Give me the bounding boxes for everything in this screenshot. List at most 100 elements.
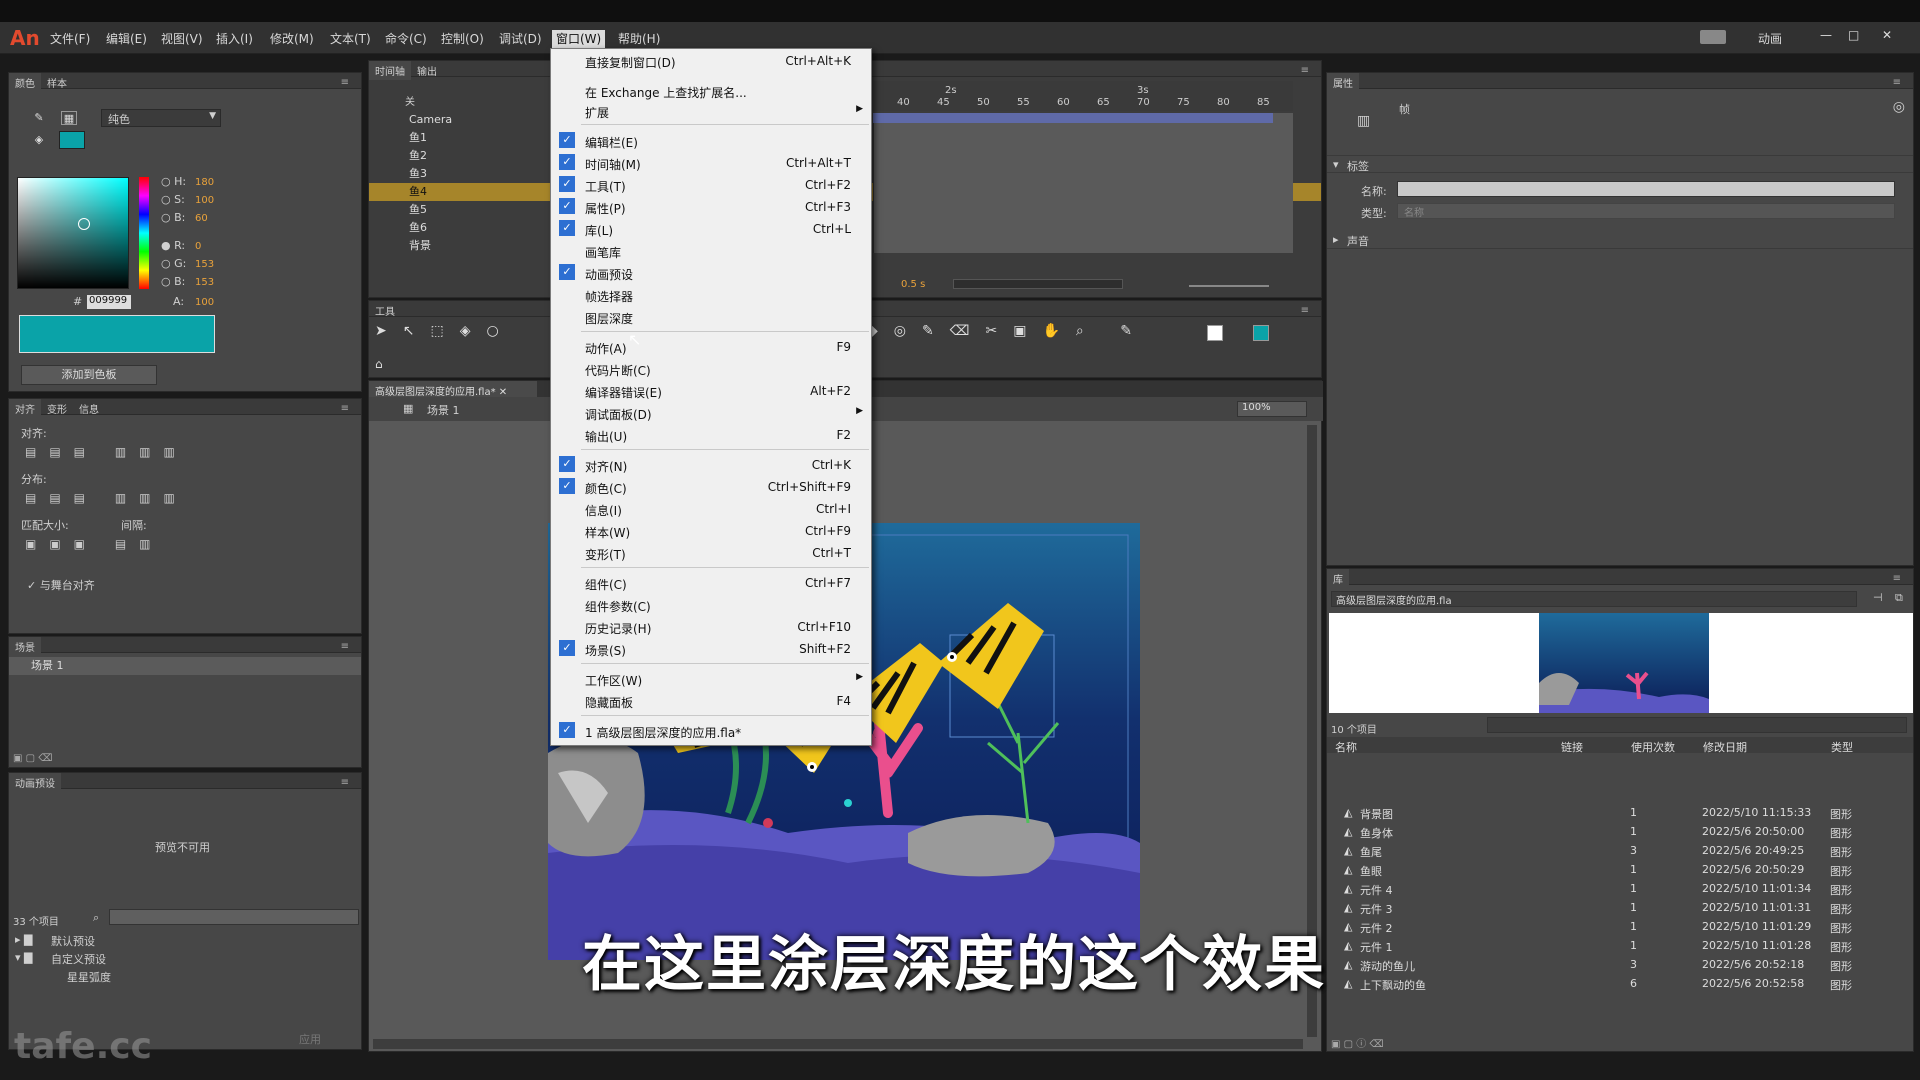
sound-section-header[interactable]: ▸ 声音 <box>1327 231 1913 249</box>
panel-menu-icon[interactable]: ≡ <box>335 639 355 654</box>
workspace-switcher[interactable]: 动画 <box>1754 30 1786 48</box>
menu-item-info[interactable]: 信息(I) Ctrl+I <box>551 499 871 519</box>
r-value[interactable]: 0 <box>195 241 201 252</box>
library-file-select[interactable]: 高级层图层深度的应用.fla <box>1331 591 1857 607</box>
tab-swatches[interactable]: 样本 <box>41 73 73 92</box>
hex-input[interactable]: 009999 <box>87 295 131 309</box>
library-row[interactable]: ◭ 鱼身体 1 2022/5/6 20:50:00 图形 <box>1330 823 1910 842</box>
hue-slider[interactable] <box>139 177 149 289</box>
tab-output[interactable]: 输出 <box>411 61 443 80</box>
s-value[interactable]: 100 <box>195 195 214 206</box>
menu-item-properties[interactable]: ✓ 属性(P) Ctrl+F3 <box>551 197 871 217</box>
menu-item-edit-bar[interactable]: ✓ 编辑栏(E) <box>551 131 871 151</box>
menu-item-component-params[interactable]: 组件参数(C) <box>551 595 871 615</box>
selected-frames[interactable] <box>873 113 1273 123</box>
document-tab[interactable]: 高级层图层深度的应用.fla* ✕ <box>369 381 537 398</box>
tab-align[interactable]: 对齐 <box>9 399 41 418</box>
tab-transform[interactable]: 变形 <box>41 399 73 418</box>
menu-item-components[interactable]: 组件(C) Ctrl+F7 <box>551 573 871 593</box>
maximize-icon[interactable]: □ <box>1848 28 1859 42</box>
menu-item-code-snippets[interactable]: 代码片断(C) <box>551 359 871 379</box>
scene-name[interactable]: 场景 1 <box>427 402 460 418</box>
menu-item-brush-library[interactable]: 画笔库 <box>551 241 871 261</box>
pin-icon[interactable]: ⊣ <box>1873 591 1883 604</box>
menu-window[interactable]: 窗口(W) <box>552 30 606 48</box>
folder-custom-presets[interactable]: 自定义预设 <box>51 951 106 967</box>
library-row[interactable]: ◭ 元件 1 1 2022/5/10 11:01:28 图形 <box>1330 937 1910 956</box>
menu-modify[interactable]: 修改(M) <box>266 30 318 48</box>
panel-menu-icon[interactable]: ≡ <box>335 401 355 416</box>
align-to-stage-checkbox[interactable]: ✓ 与舞台对齐 <box>27 577 95 593</box>
menu-item-extensions[interactable]: 扩展 ▶ <box>551 101 871 121</box>
panel-menu-icon[interactable]: ≡ <box>335 775 355 790</box>
menu-item-transform[interactable]: 变形(T) Ctrl+T <box>551 543 871 563</box>
menu-item-compiler-errors[interactable]: 编译器错误(E) Alt+F2 <box>551 381 871 401</box>
label-section-header[interactable]: ▾ 标签 <box>1327 155 1913 173</box>
col-name[interactable]: 名称 <box>1335 739 1357 755</box>
b-value[interactable]: 60 <box>195 213 208 224</box>
preset-search-input[interactable] <box>109 909 359 925</box>
tool-icon-extra[interactable]: ⌂ <box>375 357 383 371</box>
frame-ruler[interactable]: 2s 3s 40 45 50 55 60 65 70 75 80 85 <box>873 81 1293 111</box>
menu-item-frame-picker[interactable]: 帧选择器 <box>551 285 871 305</box>
col-linkage[interactable]: 链接 <box>1561 739 1583 755</box>
fill-swatch-tool[interactable] <box>1253 325 1269 341</box>
library-search-input[interactable] <box>1487 717 1907 733</box>
library-row[interactable]: ◭ 鱼尾 3 2022/5/6 20:49:25 图形 <box>1330 842 1910 861</box>
menu-insert[interactable]: 插入(I) <box>212 30 257 48</box>
add-to-swatches-button[interactable]: 添加到色板 <box>21 365 157 385</box>
menu-item-swatches[interactable]: 样本(W) Ctrl+F9 <box>551 521 871 541</box>
g-value[interactable]: 153 <box>195 259 214 270</box>
menu-item-layer-depth[interactable]: 图层深度 <box>551 307 871 327</box>
frames-area[interactable] <box>873 113 1293 253</box>
menu-item-color[interactable]: ✓ 颜色(C) Ctrl+Shift+F9 <box>551 477 871 497</box>
menu-item-tools[interactable]: ✓ 工具(T) Ctrl+F2 <box>551 175 871 195</box>
menu-item-workspace[interactable]: 工作区(W) ▶ <box>551 669 871 689</box>
folder-default-presets[interactable]: 默认预设 <box>51 933 95 949</box>
library-row[interactable]: ◭ 元件 2 1 2022/5/10 11:01:29 图形 <box>1330 918 1910 937</box>
menu-edit[interactable]: 编辑(E) <box>102 30 151 48</box>
menu-control[interactable]: 控制(O) <box>437 30 488 48</box>
fill-type-select[interactable]: 纯色 ▼ <box>101 109 221 127</box>
chevron-down-icon[interactable]: ▾ ▇ <box>15 951 32 964</box>
menu-commands[interactable]: 命令(C) <box>381 30 431 48</box>
scene-item[interactable]: 场景 1 <box>9 657 361 675</box>
menu-item-open-document[interactable]: ✓ 1 高级层图层深度的应用.fla* <box>551 721 871 741</box>
color-picker-field[interactable] <box>17 177 129 289</box>
menu-help[interactable]: 帮助(H) <box>614 30 664 48</box>
menu-item-debug-panels[interactable]: 调试面板(D) ▶ <box>551 403 871 423</box>
tab-info[interactable]: 信息 <box>73 399 105 418</box>
apply-button[interactable]: 应用 <box>299 1031 321 1047</box>
menu-item-hide-panels[interactable]: 隐藏面板 F4 <box>551 691 871 711</box>
menu-item-motion-presets[interactable]: ✓ 动画预设 <box>551 263 871 283</box>
frame-type-select[interactable]: 名称 <box>1397 203 1895 219</box>
menu-file[interactable]: 文件(F) <box>46 30 94 48</box>
preset-item[interactable]: 星星弧度 <box>67 969 111 985</box>
tab-timeline[interactable]: 时间轴 <box>369 61 411 80</box>
menu-item-timeline[interactable]: ✓ 时间轴(M) Ctrl+Alt+T <box>551 153 871 173</box>
panel-menu-icon[interactable]: ≡ <box>1295 303 1315 318</box>
menu-item-history[interactable]: 历史记录(H) Ctrl+F10 <box>551 617 871 637</box>
panel-menu-icon[interactable]: ≡ <box>1295 63 1315 78</box>
menu-item-align[interactable]: ✓ 对齐(N) Ctrl+K <box>551 455 871 475</box>
menu-item-output[interactable]: 输出(U) F2 <box>551 425 871 445</box>
stroke-color-icon[interactable]: ✎ <box>31 111 47 125</box>
menu-item-duplicate-window[interactable]: 直接复制窗口(D) Ctrl+Alt+K <box>551 51 871 71</box>
zoom-select[interactable]: 100% <box>1237 401 1307 417</box>
library-footer-icons[interactable]: ▣ ▢ ⓘ ⌫ <box>1331 1035 1384 1050</box>
library-row[interactable]: ◭ 背景图 1 2022/5/10 11:15:33 图形 <box>1330 804 1910 823</box>
menu-view[interactable]: 视图(V) <box>157 30 207 48</box>
library-row[interactable]: ◭ 元件 3 1 2022/5/10 11:01:31 图形 <box>1330 899 1910 918</box>
tab-color[interactable]: 颜色 <box>9 73 41 92</box>
menu-text[interactable]: 文本(T) <box>326 30 375 48</box>
panel-menu-icon[interactable]: ≡ <box>335 75 355 90</box>
blue-value[interactable]: 153 <box>195 277 214 288</box>
menu-item-library[interactable]: ✓ 库(L) Ctrl+L <box>551 219 871 239</box>
alpha-value[interactable]: 100 <box>195 297 214 308</box>
menu-debug[interactable]: 调试(D) <box>495 30 546 48</box>
library-row[interactable]: ◭ 鱼眼 1 2022/5/6 20:50:29 图形 <box>1330 861 1910 880</box>
library-row[interactable]: ◭ 游动的鱼儿 3 2022/5/6 20:52:18 图形 <box>1330 956 1910 975</box>
tool-icons-right[interactable]: ◆◎✎⌫✂▣✋⌕ ✎ <box>867 323 1148 339</box>
panel-menu-icon[interactable]: ≡ <box>1887 571 1907 586</box>
help-icon[interactable]: ◎ <box>1893 99 1905 115</box>
